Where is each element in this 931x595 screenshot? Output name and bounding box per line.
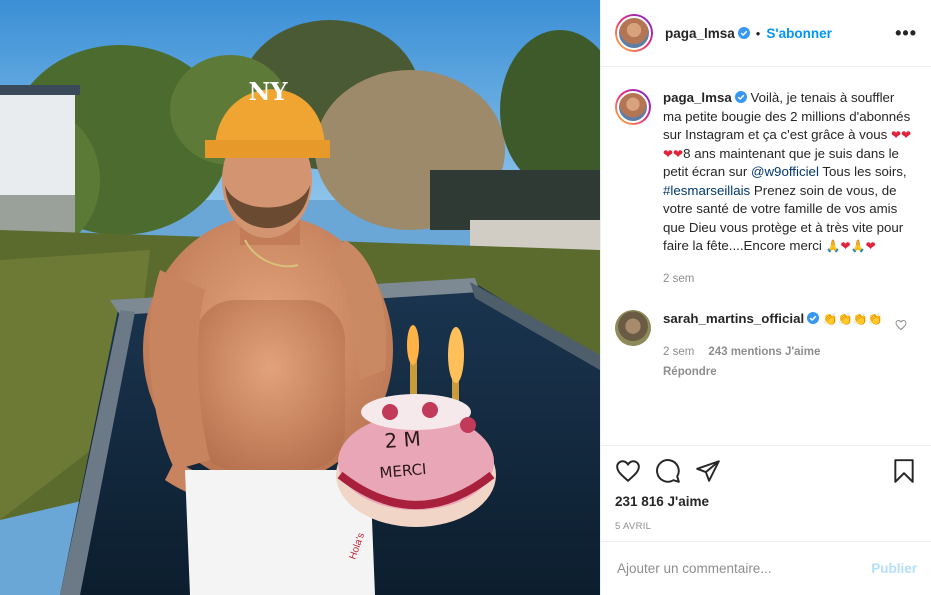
post-photo[interactable]: NY Hola's 2 M MERCI bbox=[0, 0, 600, 595]
clap-emojis: 👏👏👏👏 bbox=[822, 312, 883, 326]
follow-button[interactable]: S'abonner bbox=[766, 26, 831, 41]
caption-body: paga_lmsa Voilà, je tenais à souffler ma… bbox=[663, 89, 915, 288]
author-username[interactable]: paga_lmsa bbox=[665, 26, 735, 41]
pray-emoji: 🙏 bbox=[825, 239, 841, 253]
caption: paga_lmsa Voilà, je tenais à souffler ma… bbox=[615, 89, 915, 288]
bookmark-icon[interactable] bbox=[891, 458, 917, 484]
comment-input[interactable] bbox=[617, 561, 872, 576]
header-separator: • bbox=[755, 25, 761, 41]
post-side-panel: paga_lmsa • S'abonner ••• paga_lmsa Voil… bbox=[600, 0, 931, 595]
author-avatar[interactable] bbox=[615, 14, 653, 52]
commenter-avatar[interactable] bbox=[615, 310, 651, 346]
publish-button[interactable]: Publier bbox=[871, 561, 917, 576]
comment-meta: 2 sem 243 mentions J'aime bbox=[663, 343, 893, 362]
post-header: paga_lmsa • S'abonner ••• bbox=[601, 0, 931, 67]
like-heart-icon[interactable] bbox=[615, 458, 641, 484]
reply-button[interactable]: Répondre bbox=[663, 363, 893, 382]
verified-badge-icon bbox=[807, 312, 820, 324]
caption-avatar[interactable] bbox=[615, 89, 651, 125]
caption-username[interactable]: paga_lmsa bbox=[663, 90, 732, 105]
comment-like-heart-icon[interactable] bbox=[895, 319, 907, 331]
verified-badge-icon bbox=[737, 27, 750, 39]
post-photo-illustration: NY Hola's 2 M MERCI bbox=[0, 0, 600, 595]
cake-text-2m: 2 M bbox=[384, 427, 422, 453]
comment-item: sarah_martins_official 👏👏👏👏 2 sem 243 men… bbox=[615, 310, 915, 382]
comment-likes[interactable]: 243 mentions J'aime bbox=[708, 346, 820, 358]
commenter-username[interactable]: sarah_martins_official bbox=[663, 311, 804, 326]
heart-emoji: ❤ bbox=[865, 239, 876, 253]
more-options-icon[interactable]: ••• bbox=[895, 24, 917, 42]
post-actions: 231 816 J'aime 5 AVRIL bbox=[601, 445, 931, 541]
caption-time[interactable]: 2 sem bbox=[663, 270, 915, 289]
likes-count[interactable]: 231 816 J'aime bbox=[615, 494, 917, 509]
pray-emoji: 🙏 bbox=[850, 239, 866, 253]
caption-text-3: Tous les soirs, bbox=[818, 164, 907, 179]
share-paper-plane-icon[interactable] bbox=[695, 458, 721, 484]
verified-badge-icon bbox=[734, 91, 747, 103]
post-date[interactable]: 5 AVRIL bbox=[615, 521, 917, 532]
comment-bubble-icon[interactable] bbox=[655, 458, 681, 484]
hashtag-link[interactable]: #lesmarseillais bbox=[663, 183, 750, 198]
mention-link[interactable]: @w9officiel bbox=[751, 164, 819, 179]
add-comment-bar: Publier bbox=[601, 541, 931, 595]
heart-emoji: ❤ bbox=[840, 239, 851, 253]
instagram-post: NY Hola's 2 M MERCI paga_lmsa • S'abonne… bbox=[0, 0, 931, 595]
comments-list: paga_lmsa Voilà, je tenais à souffler ma… bbox=[601, 67, 931, 445]
comment-body: sarah_martins_official 👏👏👏👏 2 sem 243 men… bbox=[663, 310, 915, 382]
cap-logo: NY bbox=[248, 77, 288, 106]
action-icons bbox=[615, 456, 917, 486]
comment-time[interactable]: 2 sem bbox=[663, 346, 694, 358]
